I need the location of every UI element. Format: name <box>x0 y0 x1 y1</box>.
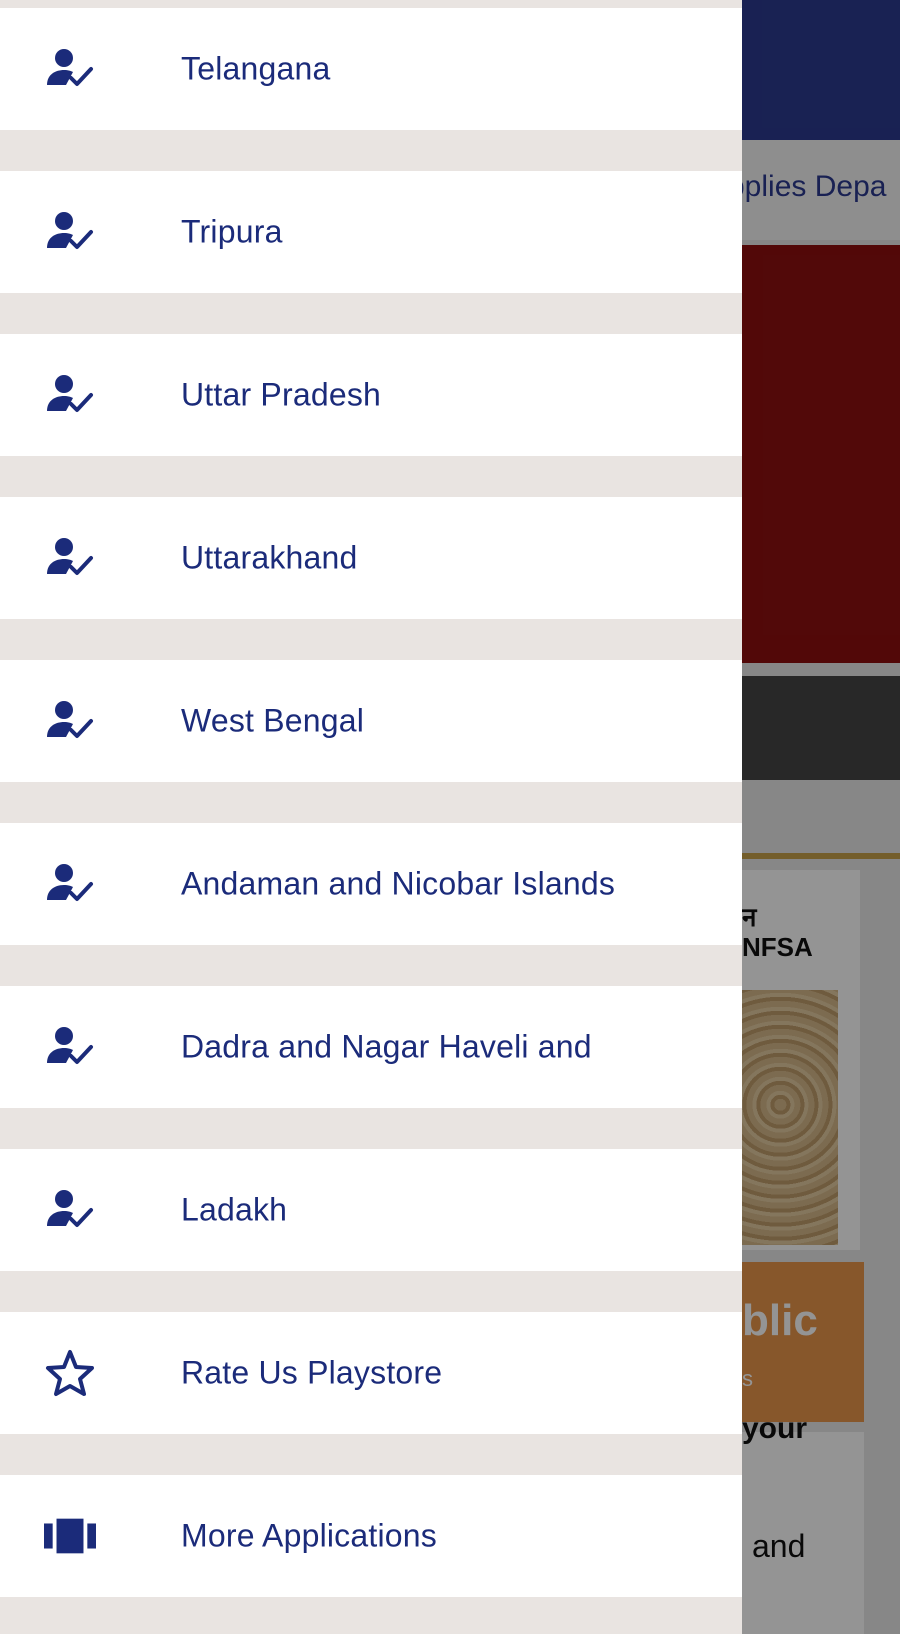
star-outline-icon <box>44 1347 96 1399</box>
person-check-icon <box>44 532 96 584</box>
person-check-icon <box>44 206 96 258</box>
drawer-item-label: Rate Us Playstore <box>181 1354 443 1391</box>
drawer-item-label: Telangana <box>181 50 331 87</box>
drawer-item-andaman-and-nicobar-islands[interactable]: Andaman and Nicobar Islands <box>0 823 742 945</box>
drawer-item-tripura[interactable]: Tripura <box>0 171 742 293</box>
drawer-item-label: West Bengal <box>181 702 365 739</box>
drawer-item-label: Uttar Pradesh <box>181 376 382 413</box>
drawer-item-label: More Applications <box>181 1517 437 1554</box>
drawer-item-telangana[interactable]: Telangana <box>0 8 742 130</box>
person-check-icon <box>44 369 96 421</box>
drawer-item-uttarakhand[interactable]: Uttarakhand <box>0 497 742 619</box>
drawer-item-more-applications[interactable]: More Applications <box>0 1475 742 1597</box>
drawer-item-label: Uttarakhand <box>181 539 358 576</box>
apps-carousel-icon <box>44 1510 96 1562</box>
drawer-item-label: Dadra and Nagar Haveli and <box>181 1028 592 1065</box>
drawer-item-west-bengal[interactable]: West Bengal <box>0 660 742 782</box>
drawer-item-uttar-pradesh[interactable]: Uttar Pradesh <box>0 334 742 456</box>
drawer-item-label: Tripura <box>181 213 283 250</box>
drawer-item-label: Ladakh <box>181 1191 288 1228</box>
person-check-icon <box>44 1184 96 1236</box>
drawer-item-ladakh[interactable]: Ladakh <box>0 1149 742 1271</box>
drawer-item-dadra-and-nagar-haveli[interactable]: Dadra and Nagar Haveli and <box>0 986 742 1108</box>
person-check-icon <box>44 43 96 95</box>
drawer-item-rate-us[interactable]: Rate Us Playstore <box>0 1312 742 1434</box>
person-check-icon <box>44 858 96 910</box>
drawer-top-edge <box>0 0 742 8</box>
person-check-icon <box>44 1021 96 1073</box>
navigation-drawer: Telangana Tripura Uttar Pradesh Uttarakh… <box>0 0 742 1634</box>
drawer-item-label: Andaman and Nicobar Islands <box>181 865 616 902</box>
person-check-icon <box>44 695 96 747</box>
